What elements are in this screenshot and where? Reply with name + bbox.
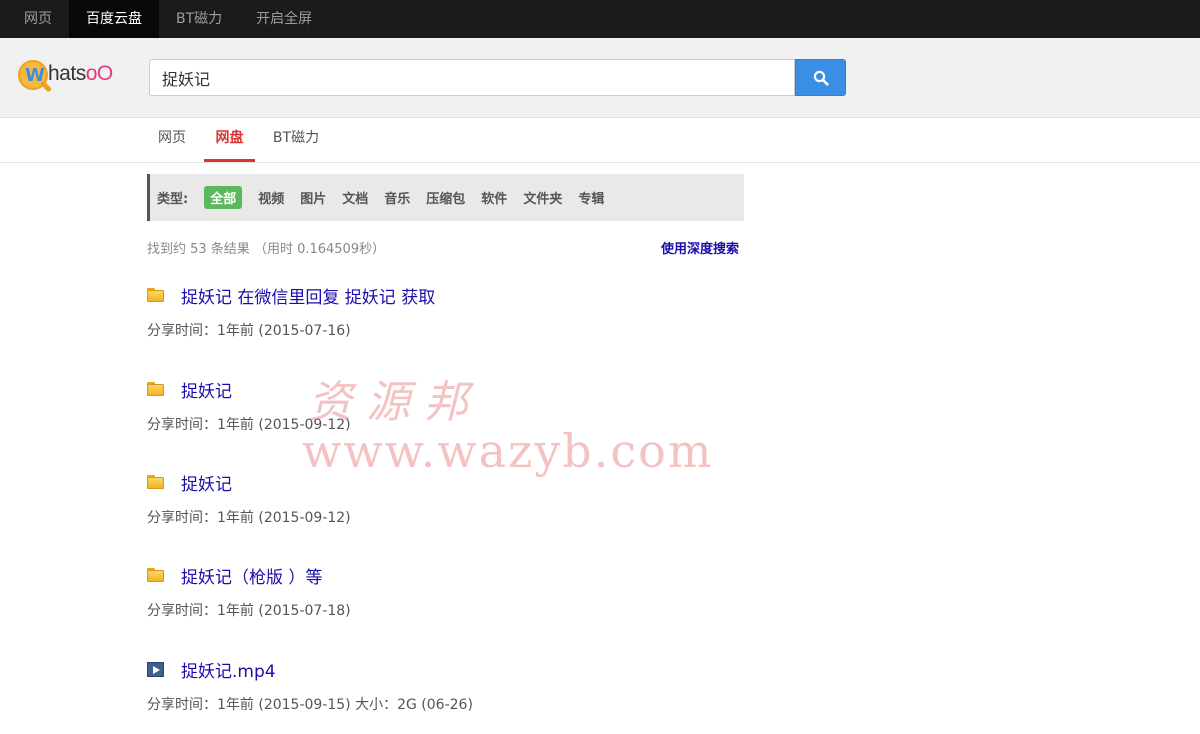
logo-text-b: oO [85,62,114,85]
folder-icon [147,288,164,302]
type-folder[interactable]: 文件夹 [523,188,562,207]
result-share-time: 分享时间：1年前 (2015-07-16) [147,323,351,339]
deep-search-link[interactable]: 使用深度搜索 [661,238,739,257]
result-share-time: 分享时间：1年前 (2015-09-15) 大小：2G (06-26) [147,697,473,713]
result-title-link[interactable]: 捉妖记 在微信里回复 捉妖记 获取 [181,283,435,308]
result-item: 捉妖记 在微信里回复 捉妖记 获取 分享时间：1年前 (2015-07-16) [147,283,747,340]
result-title-link[interactable]: 捉妖记 [181,377,232,402]
site-logo[interactable]: W hatsoO [18,60,128,100]
result-title-link[interactable]: 捉妖记.mp4 [181,657,276,682]
watermark-url: www.wazyb.com [302,424,714,478]
type-archive[interactable]: 压缩包 [426,188,465,207]
header: W hatsoO [0,38,1200,118]
type-filter-label: 类型: [157,192,189,207]
search-input[interactable] [149,59,795,96]
video-file-icon [147,661,164,677]
result-share-time: 分享时间：1年前 (2015-07-18) [147,603,351,619]
logo-text-a: hats [48,62,86,85]
type-all[interactable]: 全部 [204,186,243,209]
folder-icon [147,475,164,489]
search-button[interactable] [795,59,846,96]
tab-web[interactable]: 网页 [148,118,196,162]
top-nav-bar: 网页 百度云盘 BT磁力 开启全屏 [0,0,1200,38]
logo-text: hatsoO [48,62,113,86]
tab-bt-magnet[interactable]: BT磁力 [266,118,326,162]
folder-icon [147,382,164,396]
result-count: 找到约 53 条结果 （用时 0.164509秒） [147,242,386,257]
tab-netdisk[interactable]: 网盘 [204,118,255,162]
result-share-time: 分享时间：1年前 (2015-09-12) [147,510,351,526]
type-document[interactable]: 文档 [342,188,368,207]
result-item: 捉妖记.mp4 分享时间：1年前 (2015-09-15) 大小：2G (06-… [147,657,747,714]
type-software[interactable]: 软件 [481,188,507,207]
result-title-link[interactable]: 捉妖记（枪版 ）等 [181,563,322,588]
type-album[interactable]: 专辑 [578,188,604,207]
type-filter-bar: 类型: 全部 视频 图片 文档 音乐 压缩包 软件 文件夹 专辑 [147,174,744,221]
topnav-bt-magnet[interactable]: BT磁力 [159,0,239,38]
result-item: 捉妖记 分享时间：1年前 (2015-09-12) [147,470,747,527]
type-video[interactable]: 视频 [258,188,284,207]
type-music[interactable]: 音乐 [384,188,410,207]
result-item: 捉妖记（枪版 ）等 分享时间：1年前 (2015-07-18) [147,563,747,620]
category-tabs: 网页 网盘 BT磁力 [0,118,1200,163]
topnav-baidu-pan[interactable]: 百度云盘 [69,0,159,38]
folder-icon [147,568,164,582]
topnav-fullscreen[interactable]: 开启全屏 [239,0,329,38]
search-icon [813,70,828,85]
type-image[interactable]: 图片 [300,188,326,207]
topnav-web[interactable]: 网页 [0,0,69,38]
result-title-link[interactable]: 捉妖记 [181,470,232,495]
watermark-title: 资源邦 [308,377,482,428]
